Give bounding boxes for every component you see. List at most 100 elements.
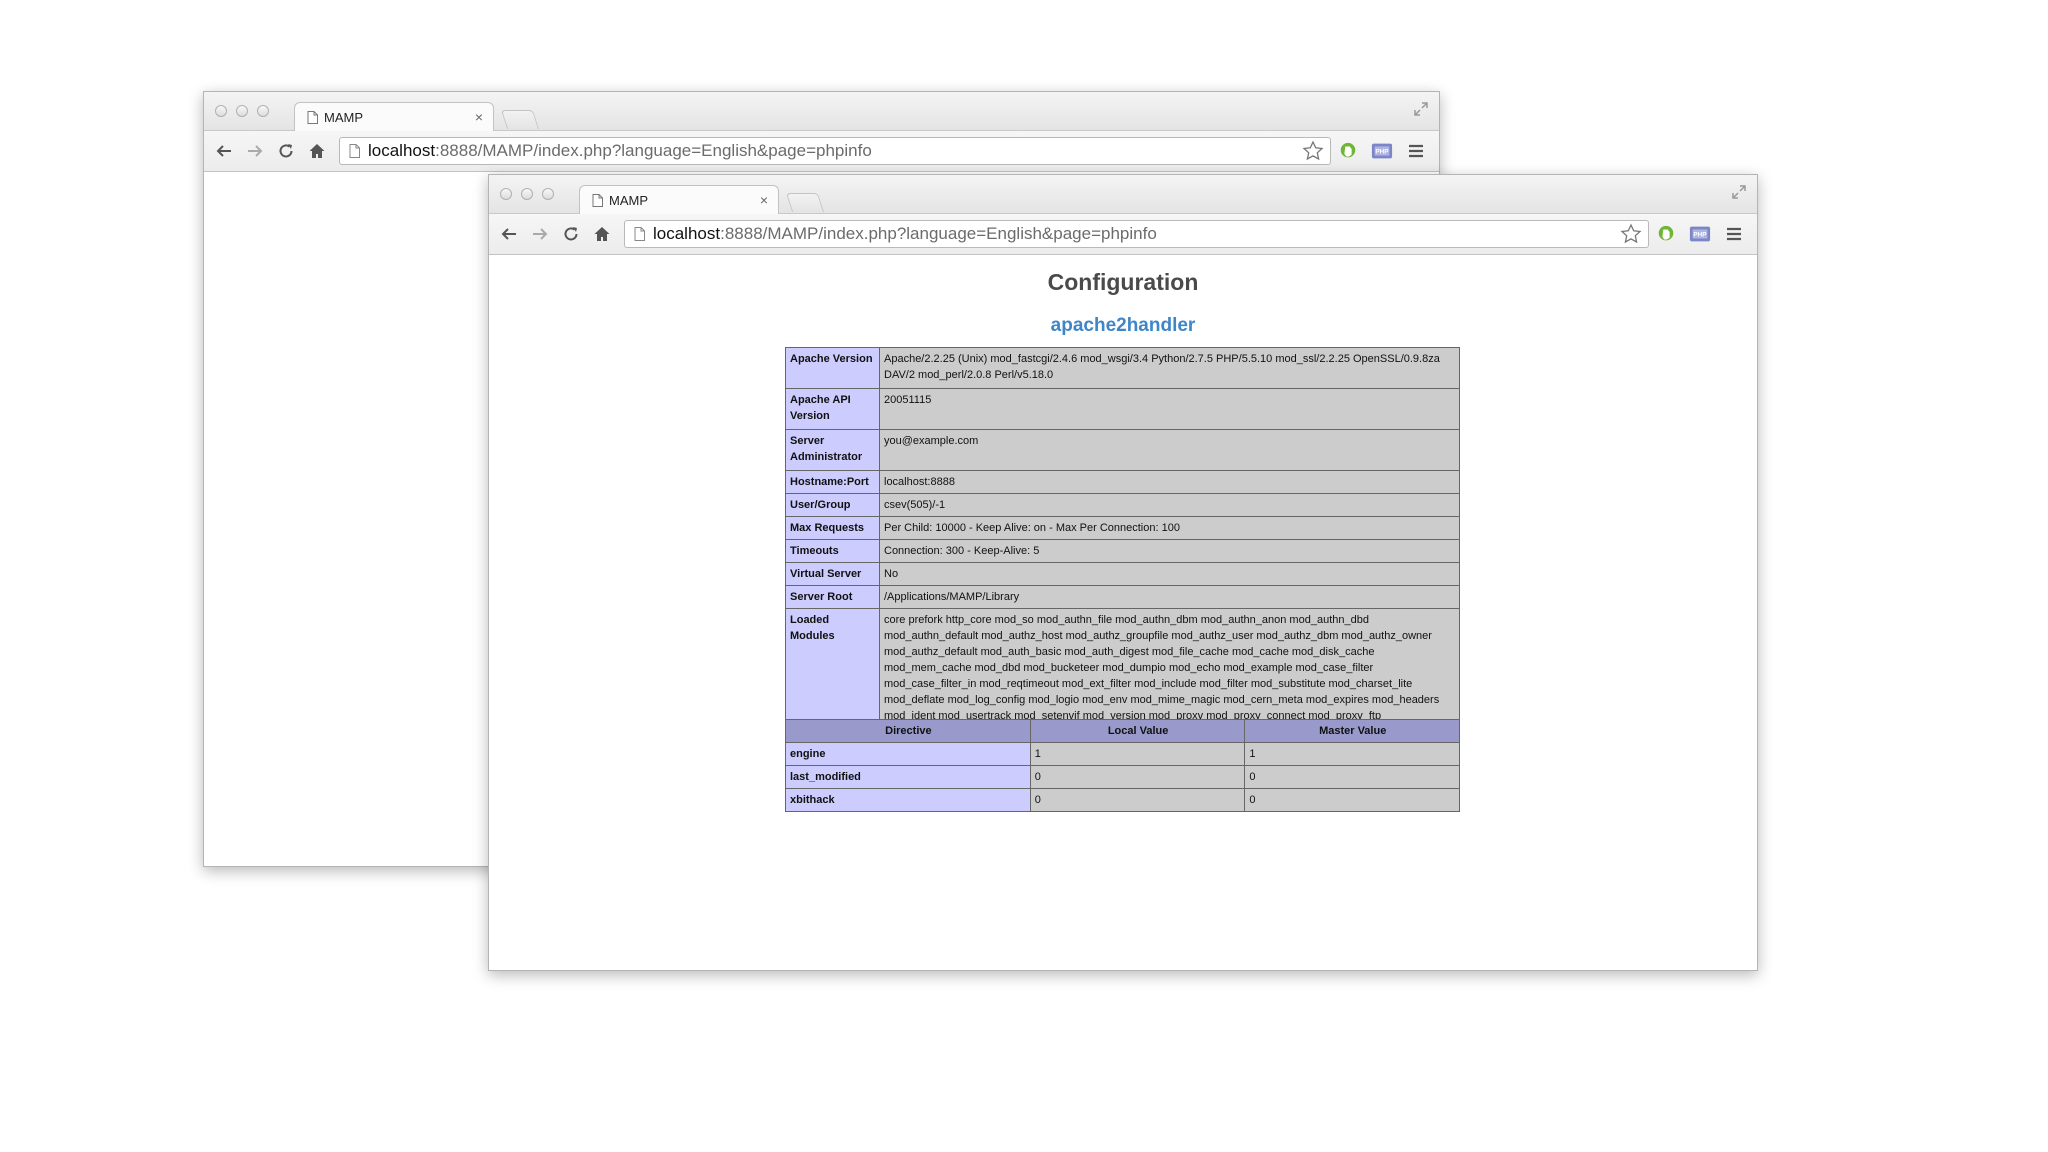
config-value: Per Child: 10000 - Keep Alive: on - Max …: [879, 516, 1460, 540]
reload-button[interactable]: [557, 220, 585, 248]
title-bar: MAMP ×: [204, 92, 1439, 131]
fullscreen-icon[interactable]: [1731, 184, 1747, 200]
back-button[interactable]: [210, 137, 238, 165]
config-key: Max Requests: [785, 516, 880, 540]
evernote-elephant-icon[interactable]: [1655, 223, 1677, 245]
svg-text:PHP: PHP: [1693, 232, 1707, 239]
close-window-button[interactable]: [215, 105, 227, 117]
config-value: /Applications/MAMP/Library: [879, 585, 1460, 609]
title-bar: MAMP ×: [489, 175, 1757, 214]
url-text[interactable]: localhost:8888/MAMP/index.php?language=E…: [368, 141, 1302, 161]
close-window-button[interactable]: [500, 188, 512, 200]
directive-name: engine: [785, 742, 1031, 766]
reload-icon: [279, 144, 293, 158]
hamburger-menu-icon[interactable]: [1723, 223, 1745, 245]
table-row: Max Requests Per Child: 10000 - Keep Ali…: [785, 516, 1460, 540]
config-value: you@example.com: [879, 429, 1460, 471]
config-value: Apache/2.2.25 (Unix) mod_fastcgi/2.4.6 m…: [879, 347, 1460, 389]
hamburger-menu-icon[interactable]: [1405, 140, 1427, 162]
directive-name: xbithack: [785, 788, 1031, 812]
config-value: localhost:8888: [879, 470, 1460, 494]
table-row: last_modified 0 0: [785, 765, 1460, 789]
new-tab-button[interactable]: [500, 110, 540, 129]
config-key: Apache Version: [785, 347, 880, 389]
table-header-row: Directive Local Value Master Value: [785, 719, 1460, 743]
master-value: 0: [1244, 765, 1460, 789]
config-key: Timeouts: [785, 539, 880, 563]
directive-name: last_modified: [785, 765, 1031, 789]
config-key: Apache API Version: [785, 388, 880, 430]
home-button[interactable]: [588, 220, 616, 248]
minimize-window-button[interactable]: [236, 105, 248, 117]
zoom-window-button[interactable]: [257, 105, 269, 117]
url-path: :8888/MAMP/index.php?language=English&pa…: [435, 141, 872, 160]
module-heading[interactable]: apache2handler: [489, 315, 1757, 337]
local-value: 1: [1029, 742, 1246, 766]
table-row: Timeouts Connection: 300 - Keep-Alive: 5: [785, 539, 1460, 563]
bookmark-star-icon[interactable]: [1302, 140, 1324, 162]
toolbar: localhost:8888/MAMP/index.php?language=E…: [489, 214, 1757, 255]
address-bar[interactable]: localhost:8888/MAMP/index.php?language=E…: [339, 137, 1331, 165]
table-row: Server Administrator you@example.com: [785, 429, 1460, 471]
back-arrow-icon: [501, 228, 516, 240]
table-row: Hostname:Port localhost:8888: [785, 470, 1460, 494]
forward-button[interactable]: [241, 137, 269, 165]
home-button[interactable]: [303, 137, 331, 165]
page-heading: Configuration: [1047, 269, 1199, 295]
config-key: Server Administrator: [785, 429, 880, 471]
config-key: Server Root: [785, 585, 880, 609]
document-icon: [307, 110, 318, 124]
url-text[interactable]: localhost:8888/MAMP/index.php?language=E…: [653, 224, 1620, 244]
minimize-window-button[interactable]: [521, 188, 533, 200]
directive-table: Directive Local Value Master Value engin…: [785, 719, 1460, 812]
close-tab-icon[interactable]: ×: [475, 109, 483, 125]
config-value: Connection: 300 - Keep-Alive: 5: [879, 539, 1460, 563]
window-controls: [215, 105, 269, 117]
table-row: User/Group csev(505)/-1: [785, 493, 1460, 517]
column-header-master-value: Master Value: [1244, 719, 1460, 743]
bookmark-star-icon[interactable]: [1620, 223, 1642, 245]
local-value: 0: [1029, 765, 1246, 789]
evernote-elephant-icon[interactable]: [1337, 140, 1359, 162]
home-icon: [594, 227, 610, 241]
document-icon: [592, 193, 603, 207]
column-header-local-value: Local Value: [1029, 719, 1246, 743]
php-icon[interactable]: PHP: [1689, 223, 1711, 245]
config-key: Virtual Server: [785, 562, 880, 586]
table-row: Virtual Server No: [785, 562, 1460, 586]
php-icon[interactable]: PHP: [1371, 140, 1393, 162]
reload-button[interactable]: [272, 137, 300, 165]
config-value: 20051115: [879, 388, 1460, 430]
back-arrow-icon: [216, 145, 231, 157]
home-icon: [309, 144, 325, 158]
url-host: localhost: [653, 224, 721, 243]
back-button[interactable]: [495, 220, 523, 248]
tab-title: MAMP: [609, 192, 648, 208]
column-header-directive: Directive: [785, 719, 1031, 743]
fullscreen-icon[interactable]: [1413, 101, 1429, 117]
forward-button[interactable]: [526, 220, 554, 248]
tab-mamp[interactable]: MAMP ×: [579, 185, 779, 214]
page-icon: [634, 227, 645, 241]
close-tab-icon[interactable]: ×: [760, 192, 768, 208]
table-row: Apache Version Apache/2.2.25 (Unix) mod_…: [785, 347, 1460, 389]
forward-arrow-icon: [248, 145, 263, 157]
tab-mamp[interactable]: MAMP ×: [294, 102, 494, 131]
config-key: User/Group: [785, 493, 880, 517]
zoom-window-button[interactable]: [542, 188, 554, 200]
table-row: engine 1 1: [785, 742, 1460, 766]
table-row: xbithack 0 0: [785, 788, 1460, 812]
config-value: csev(505)/-1: [879, 493, 1460, 517]
forward-arrow-icon: [533, 228, 548, 240]
master-value: 0: [1244, 788, 1460, 812]
table-row: Server Root /Applications/MAMP/Library: [785, 585, 1460, 609]
page-content: Configuration apache2handler Apache Vers…: [489, 255, 1757, 970]
new-tab-button[interactable]: [785, 193, 825, 212]
reload-icon: [564, 227, 578, 241]
browser-window-front[interactable]: MAMP × localhost:8888/MAMP/index.php?lan…: [488, 174, 1758, 971]
url-path: :8888/MAMP/index.php?language=English&pa…: [720, 224, 1157, 243]
url-host: localhost: [368, 141, 436, 160]
master-value: 1: [1244, 742, 1460, 766]
address-bar[interactable]: localhost:8888/MAMP/index.php?language=E…: [624, 220, 1649, 248]
page-icon: [349, 144, 360, 158]
